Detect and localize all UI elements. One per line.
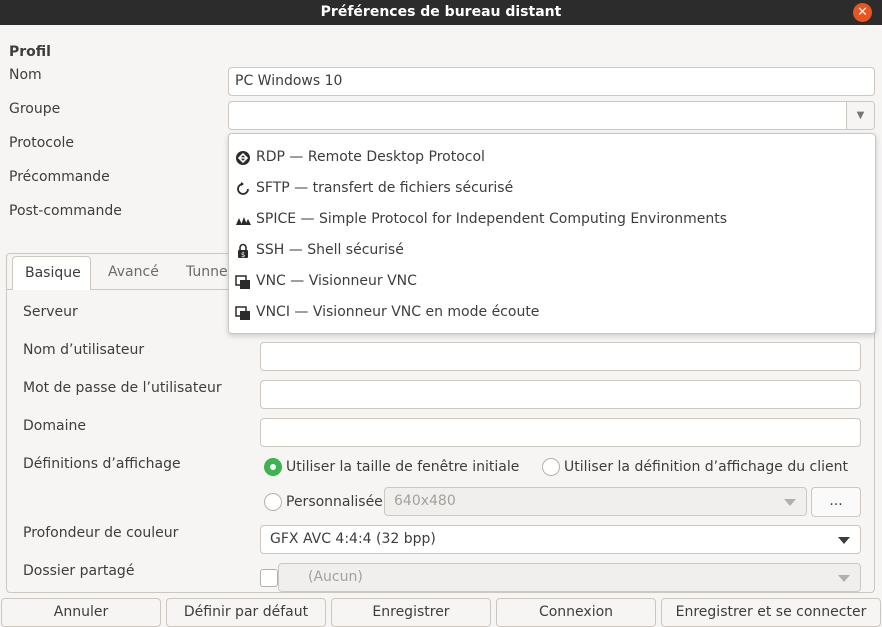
color-depth-value: GFX AVC 4:4:4 (32 bpp) bbox=[270, 531, 436, 547]
menu-item-ssh[interactable]: $ SSH — Shell sécurisé bbox=[229, 235, 875, 266]
shared-folder-combo[interactable]: (Aucun) bbox=[278, 563, 861, 592]
color-depth-combo[interactable]: GFX AVC 4:4:4 (32 bpp) bbox=[260, 525, 861, 554]
group-label: Groupe bbox=[9, 101, 61, 117]
window-title: Préférences de bureau distant bbox=[320, 4, 562, 20]
name-label: Nom bbox=[9, 67, 42, 83]
protocol-label: Protocole bbox=[9, 135, 75, 151]
svg-text:$: $ bbox=[241, 251, 245, 259]
menu-item-vnc[interactable]: VNC — Visionneur VNC bbox=[229, 266, 875, 297]
group-combo[interactable]: ▼ bbox=[228, 101, 875, 130]
cancel-button[interactable]: Annuler bbox=[1, 598, 161, 627]
chevron-down-icon[interactable]: ▼ bbox=[846, 102, 874, 129]
menu-item-label: RDP — Remote Desktop Protocol bbox=[256, 149, 485, 165]
menu-item-label: VNCI — Visionneur VNC en mode écoute bbox=[256, 304, 540, 320]
menu-item-rdp[interactable]: RDP — Remote Desktop Protocol bbox=[229, 142, 875, 173]
username-input[interactable] bbox=[260, 342, 861, 371]
set-default-button[interactable]: Définir par défaut bbox=[166, 598, 326, 627]
radio-custom-resolution-label: Personnalisée bbox=[286, 494, 383, 510]
server-label: Serveur bbox=[23, 304, 78, 320]
resolution-more-button[interactable]: ... bbox=[811, 487, 861, 517]
tab-basique[interactable]: Basique bbox=[12, 256, 91, 290]
menu-item-label: SPICE — Simple Protocol for Independent … bbox=[256, 211, 728, 227]
connect-button[interactable]: Connexion bbox=[496, 598, 656, 627]
save-button[interactable]: Enregistrer bbox=[331, 598, 491, 627]
radio-initial-size[interactable] bbox=[264, 458, 282, 476]
close-icon[interactable]: ✕ bbox=[853, 3, 872, 22]
save-and-connect-button[interactable]: Enregistrer et se connecter bbox=[661, 598, 881, 627]
radio-client-resolution-label: Utiliser la définition d’affichage du cl… bbox=[564, 459, 848, 475]
password-label: Mot de passe de l’utilisateur bbox=[23, 380, 222, 396]
precommand-label: Précommande bbox=[9, 169, 110, 185]
rdp-icon bbox=[236, 151, 250, 165]
radio-initial-size-label: Utiliser la taille de fenêtre initiale bbox=[286, 459, 520, 475]
domain-label: Domaine bbox=[23, 418, 86, 434]
menu-item-label: SSH — Shell sécurisé bbox=[256, 242, 404, 258]
menu-item-label: SFTP — transfert de fichiers sécurisé bbox=[256, 180, 514, 196]
name-input[interactable]: PC Windows 10 bbox=[228, 67, 875, 96]
menu-item-vnci[interactable]: VNCI — Visionneur VNC en mode écoute bbox=[229, 297, 875, 328]
color-depth-label: Profondeur de couleur bbox=[23, 525, 179, 541]
shared-folder-checkbox[interactable] bbox=[260, 569, 278, 587]
radio-client-resolution[interactable] bbox=[542, 458, 560, 476]
protocol-dropdown-menu: RDP — Remote Desktop Protocol SFTP — tra… bbox=[228, 133, 876, 334]
spice-icon bbox=[236, 217, 251, 225]
custom-resolution-combo[interactable]: 640x480 bbox=[384, 487, 807, 516]
vnc-icon bbox=[235, 275, 250, 289]
vnci-icon bbox=[235, 306, 250, 320]
postcommand-label: Post-commande bbox=[9, 203, 122, 219]
resolution-label: Définitions d’affichage bbox=[23, 456, 181, 472]
menu-item-label: VNC — Visionneur VNC bbox=[256, 273, 417, 289]
chevron-down-icon bbox=[838, 575, 850, 582]
shared-folder-value: (Aucun) bbox=[308, 569, 363, 585]
tab-avance[interactable]: Avancé bbox=[96, 256, 171, 290]
password-input[interactable] bbox=[260, 380, 861, 409]
chevron-down-icon bbox=[838, 537, 850, 544]
menu-item-sftp[interactable]: SFTP — transfert de fichiers sécurisé bbox=[229, 173, 875, 204]
profile-heading: Profil bbox=[9, 44, 51, 60]
menu-item-spice[interactable]: SPICE — Simple Protocol for Independent … bbox=[229, 204, 875, 235]
domain-input[interactable] bbox=[260, 418, 861, 447]
username-label: Nom d’utilisateur bbox=[23, 342, 145, 358]
shared-folder-label: Dossier partagé bbox=[23, 563, 135, 579]
chevron-down-icon bbox=[784, 499, 796, 506]
title-bar: Préférences de bureau distant ✕ bbox=[0, 0, 882, 25]
custom-resolution-value: 640x480 bbox=[394, 493, 456, 509]
ssh-icon: $ bbox=[238, 243, 248, 259]
sftp-icon bbox=[237, 182, 249, 195]
radio-custom-resolution[interactable] bbox=[264, 493, 282, 511]
